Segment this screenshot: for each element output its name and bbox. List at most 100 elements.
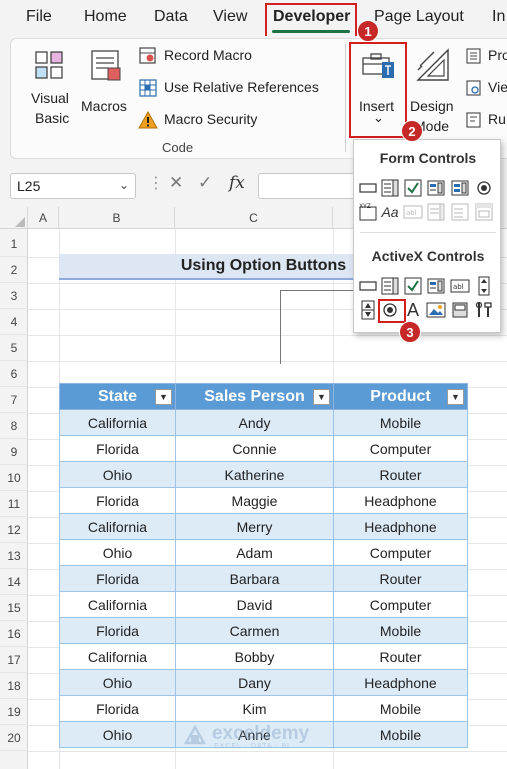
cell-product[interactable]: Headphone xyxy=(333,513,468,540)
form-option-button-control[interactable] xyxy=(474,178,494,198)
row-header[interactable]: 13 xyxy=(0,543,28,569)
visual-basic-button[interactable]: Visual Basic xyxy=(26,44,76,130)
cell-sales-person[interactable]: Carmen xyxy=(175,617,334,644)
activex-check-box[interactable] xyxy=(403,276,423,296)
cell-state[interactable]: California xyxy=(59,513,176,540)
run-dialog-button[interactable]: Ru xyxy=(466,110,507,132)
column-header-b[interactable]: B xyxy=(59,207,175,229)
row-header[interactable]: 10 xyxy=(0,465,28,491)
name-box[interactable]: L25 ⌄ xyxy=(10,173,136,199)
cell-product[interactable]: Router xyxy=(333,461,468,488)
cell-sales-person[interactable]: Dany xyxy=(175,669,334,696)
filter-dropdown-icon[interactable]: ▼ xyxy=(313,389,330,405)
cell-state[interactable]: Florida xyxy=(59,695,176,722)
cell-product[interactable]: Mobile xyxy=(333,409,468,436)
cell-state[interactable]: California xyxy=(59,409,176,436)
row-header[interactable]: 12 xyxy=(0,517,28,543)
tab-data[interactable]: Data xyxy=(154,8,188,26)
cell-sales-person[interactable]: Andy xyxy=(175,409,334,436)
macro-security-button[interactable]: Macro Security xyxy=(138,110,338,132)
cell-product[interactable]: Computer xyxy=(333,435,468,462)
tab-insert-partial[interactable]: In xyxy=(492,8,505,26)
row-header[interactable]: 7 xyxy=(0,387,28,413)
activex-combo-box[interactable] xyxy=(380,276,400,296)
macros-button[interactable]: Macros xyxy=(80,44,132,130)
cell-state[interactable]: Ohio xyxy=(59,539,176,566)
cell-state[interactable]: Ohio xyxy=(59,721,176,748)
tab-file[interactable]: File xyxy=(26,8,52,26)
tab-view[interactable]: View xyxy=(213,8,247,26)
form-group-box-control[interactable]: XYZ xyxy=(358,202,378,222)
activex-image[interactable] xyxy=(426,300,446,320)
activex-more-controls[interactable] xyxy=(474,300,494,320)
form-label-control[interactable]: Aa xyxy=(380,202,400,222)
row-header[interactable]: 19 xyxy=(0,699,28,725)
cell-state[interactable]: Ohio xyxy=(59,669,176,696)
form-list-box-control[interactable] xyxy=(450,178,470,198)
column-header-a[interactable]: A xyxy=(28,207,59,229)
form-check-box-control[interactable] xyxy=(403,178,423,198)
use-relative-references-button[interactable]: Use Relative References xyxy=(138,78,338,100)
activex-text-box[interactable]: abl xyxy=(450,276,470,296)
activex-scroll-bar[interactable] xyxy=(474,276,494,296)
cell-sales-person[interactable]: Adam xyxy=(175,539,334,566)
cell-sales-person[interactable]: Kim xyxy=(175,695,334,722)
confirm-entry-icon[interactable]: ✓ xyxy=(198,173,212,193)
form-spin-button-control[interactable] xyxy=(426,178,446,198)
properties-button[interactable]: Pro xyxy=(466,46,507,68)
row-header[interactable]: 11 xyxy=(0,491,28,517)
cell-sales-person[interactable]: Bobby xyxy=(175,643,334,670)
column-header-c[interactable]: C xyxy=(175,207,333,229)
cell-state[interactable]: Florida xyxy=(59,435,176,462)
cell-product[interactable]: Mobile xyxy=(333,721,468,748)
record-macro-button[interactable]: Record Macro xyxy=(138,46,338,68)
row-header[interactable]: 8 xyxy=(0,413,28,439)
row-header[interactable]: 20 xyxy=(0,725,28,751)
cell-state[interactable]: Florida xyxy=(59,565,176,592)
cell-product[interactable]: Router xyxy=(333,643,468,670)
activex-list-box[interactable] xyxy=(426,276,446,296)
name-box-dropdown-icon[interactable]: ⌄ xyxy=(119,178,129,192)
cell-sales-person[interactable]: Katherine xyxy=(175,461,334,488)
row-header[interactable]: 1 xyxy=(0,231,28,257)
activex-label[interactable]: A xyxy=(403,300,423,320)
tab-page-layout[interactable]: Page Layout xyxy=(374,8,464,26)
cell-sales-person[interactable]: Maggie xyxy=(175,487,334,514)
cell-product[interactable]: Mobile xyxy=(333,695,468,722)
form-combo-box-control[interactable] xyxy=(380,178,400,198)
select-all-corner[interactable] xyxy=(0,207,28,229)
view-code-button[interactable]: Vie xyxy=(466,78,507,100)
cell-sales-person[interactable]: Connie xyxy=(175,435,334,462)
cell-sales-person[interactable]: Barbara xyxy=(175,565,334,592)
cell-state[interactable]: California xyxy=(59,591,176,618)
row-header[interactable]: 2 xyxy=(0,257,28,283)
cell-state[interactable]: Florida xyxy=(59,487,176,514)
cell-sales-person[interactable]: David xyxy=(175,591,334,618)
row-header[interactable]: 9 xyxy=(0,439,28,465)
activex-command-button[interactable] xyxy=(358,276,378,296)
cell-product[interactable]: Computer xyxy=(333,591,468,618)
cell-state[interactable]: California xyxy=(59,643,176,670)
row-header[interactable]: 16 xyxy=(0,621,28,647)
insert-function-icon[interactable]: fx xyxy=(229,173,245,193)
cell-sales-person[interactable]: Merry xyxy=(175,513,334,540)
cell-product[interactable]: Mobile xyxy=(333,617,468,644)
tab-home[interactable]: Home xyxy=(84,8,127,26)
activex-toggle-button[interactable] xyxy=(450,300,470,320)
cancel-entry-icon[interactable]: ✕ xyxy=(169,173,183,193)
form-button-control[interactable] xyxy=(358,178,378,198)
filter-dropdown-icon[interactable]: ▼ xyxy=(155,389,172,405)
activex-spin-button[interactable] xyxy=(358,300,378,320)
row-header[interactable]: 5 xyxy=(0,335,28,361)
row-header[interactable]: 15 xyxy=(0,595,28,621)
cell-product[interactable]: Computer xyxy=(333,539,468,566)
row-header[interactable]: 17 xyxy=(0,647,28,673)
cell-state[interactable]: Florida xyxy=(59,617,176,644)
cell-product[interactable]: Headphone xyxy=(333,669,468,696)
cell-state[interactable]: Ohio xyxy=(59,461,176,488)
cell-product[interactable]: Router xyxy=(333,565,468,592)
row-header[interactable]: 14 xyxy=(0,569,28,595)
cell-product[interactable]: Headphone xyxy=(333,487,468,514)
row-header[interactable]: 4 xyxy=(0,309,28,335)
row-header[interactable]: 18 xyxy=(0,673,28,699)
